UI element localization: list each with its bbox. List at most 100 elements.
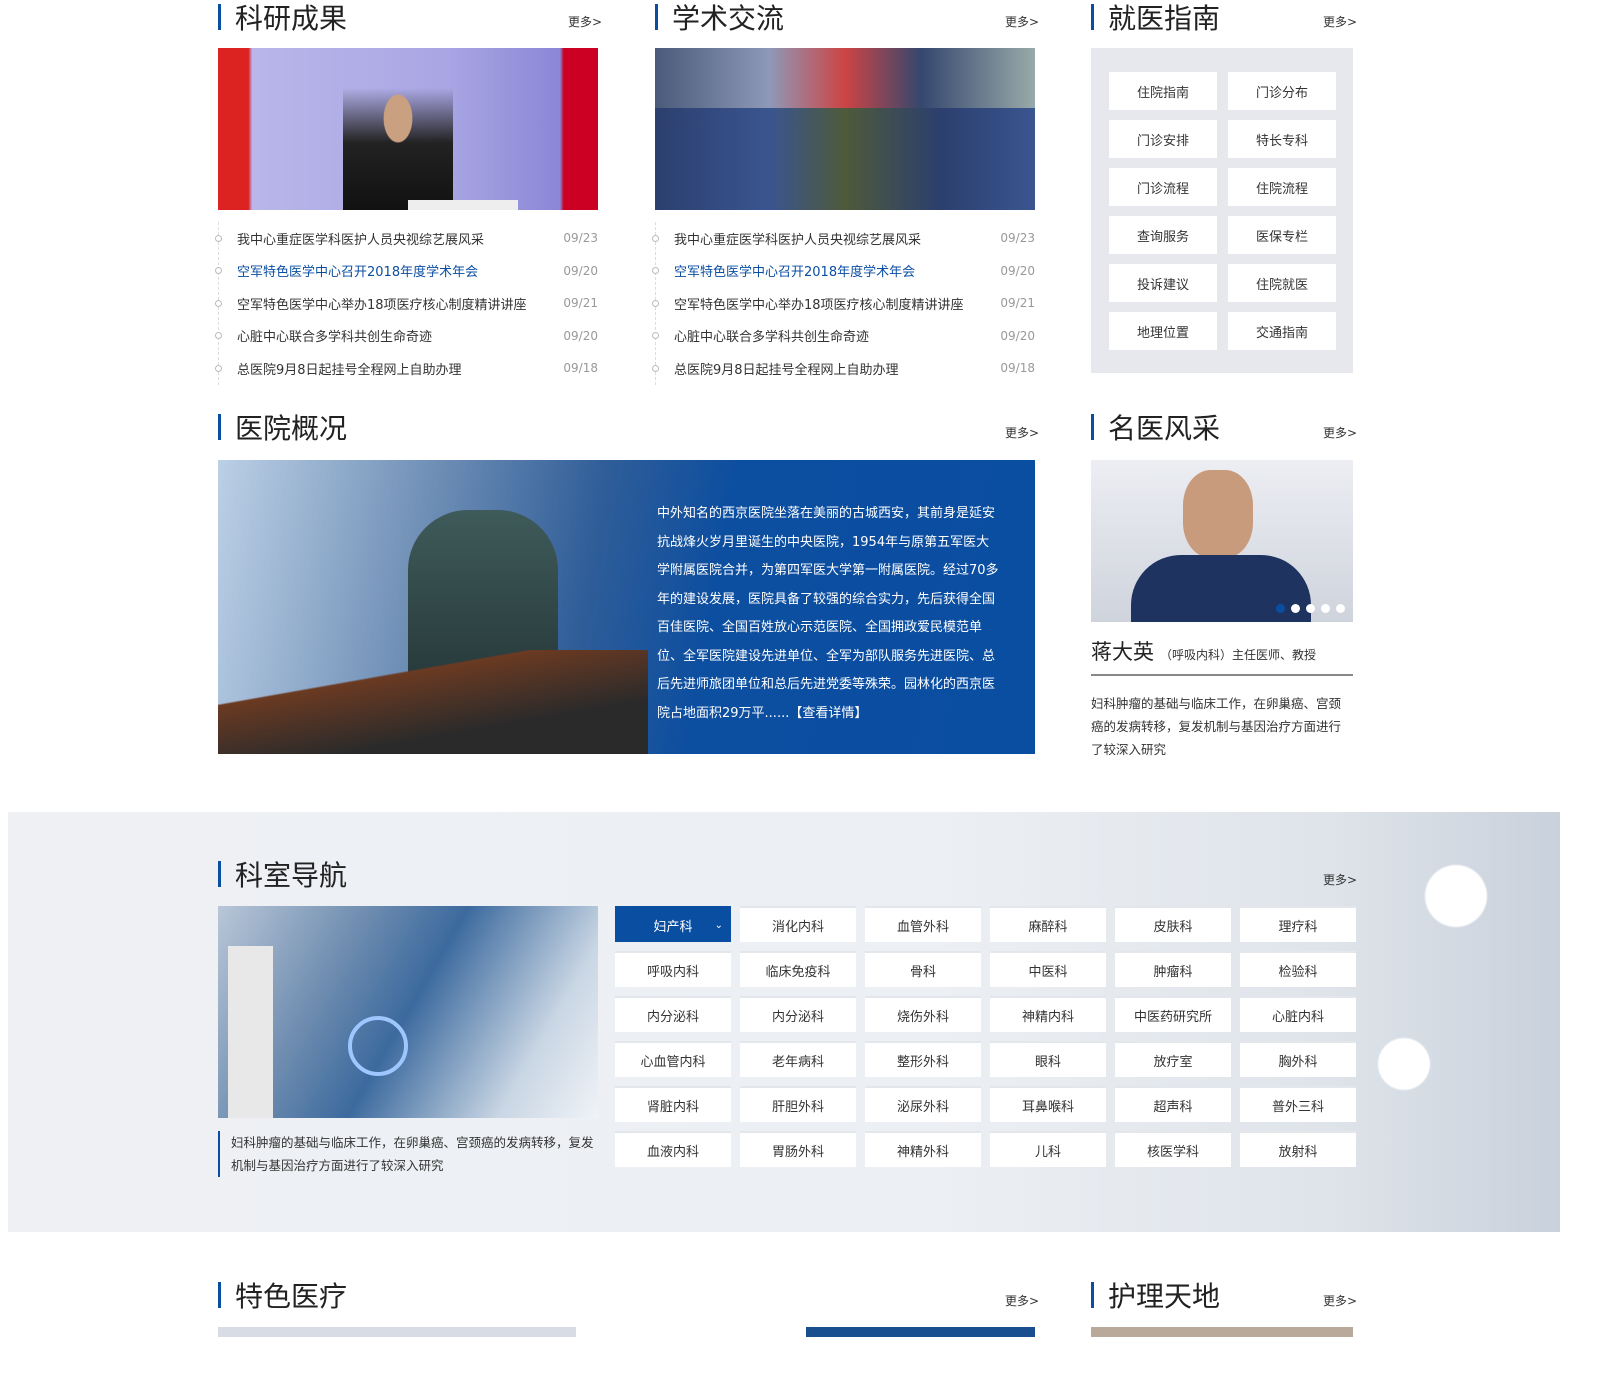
news-title[interactable]: 空军特色医学中心举办18项医疗核心制度精讲讲座 xyxy=(674,294,964,313)
department-button[interactable]: 心脏内科 xyxy=(1240,996,1356,1032)
department-button[interactable]: 老年病科 xyxy=(740,1041,856,1077)
guide-button[interactable]: 门诊流程 xyxy=(1109,168,1217,206)
news-item[interactable]: 空军特色医学中心召开2018年度学术年会 09/20 xyxy=(215,255,598,288)
department-button[interactable]: 理疗科 xyxy=(1240,906,1356,942)
news-title[interactable]: 我中心重症医学科医护人员央视综艺展风采 xyxy=(674,229,921,248)
department-button[interactable]: 肿瘤科 xyxy=(1115,951,1231,987)
department-button[interactable]: 骨科 xyxy=(865,951,981,987)
news-date: 09/20 xyxy=(563,328,598,343)
department-button[interactable]: 皮肤科 xyxy=(1115,906,1231,942)
guide-button[interactable]: 门诊安排 xyxy=(1109,120,1217,158)
department-button[interactable]: 神精外科 xyxy=(865,1131,981,1167)
department-button[interactable]: 耳鼻喉科 xyxy=(990,1086,1106,1122)
news-item[interactable]: 我中心重症医学科医护人员央视综艺展风采 09/23 xyxy=(215,222,598,255)
news-item[interactable]: 空军特色医学中心举办18项医疗核心制度精讲讲座 09/21 xyxy=(215,287,598,320)
department-button[interactable]: 心血管内科 xyxy=(615,1041,731,1077)
department-button[interactable]: 泌尿外科 xyxy=(865,1086,981,1122)
guide-button[interactable]: 交通指南 xyxy=(1228,312,1336,350)
more-link[interactable]: 更多> xyxy=(1323,424,1357,441)
slide-dot[interactable] xyxy=(1321,604,1330,613)
overview-header: 医院概况 xyxy=(218,412,347,445)
department-button[interactable]: 内分泌科 xyxy=(615,996,731,1032)
news-item[interactable]: 总医院9月8日起挂号全程网上自助办理 09/18 xyxy=(215,352,598,385)
department-label: 普外三科 xyxy=(1271,1099,1324,1115)
news-title[interactable]: 心脏中心联合多学科共创生命奇迹 xyxy=(237,326,432,345)
news-title[interactable]: 我中心重症医学科医护人员央视综艺展风采 xyxy=(237,229,484,248)
news-item[interactable]: 心脏中心联合多学科共创生命奇迹 09/20 xyxy=(652,320,1035,353)
news-title[interactable]: 空军特色医学中心召开2018年度学术年会 xyxy=(237,261,478,280)
guide-button[interactable]: 住院指南 xyxy=(1109,72,1217,110)
department-button[interactable]: 临床免疫科 xyxy=(740,951,856,987)
featured-image-1[interactable] xyxy=(218,1327,576,1337)
department-button[interactable]: 妇产科 ⌄ xyxy=(615,906,731,942)
department-button[interactable]: 核医学科 xyxy=(1115,1131,1231,1167)
department-button[interactable]: 眼科 xyxy=(990,1041,1106,1077)
news-title[interactable]: 总医院9月8日起挂号全程网上自助办理 xyxy=(237,359,462,378)
department-button[interactable]: 烧伤外科 xyxy=(865,996,981,1032)
slide-dots xyxy=(1276,604,1345,613)
guide-button[interactable]: 查询服务 xyxy=(1109,216,1217,254)
department-button[interactable]: 儿科 xyxy=(990,1131,1106,1167)
department-photo[interactable] xyxy=(218,906,598,1118)
doctor-photo[interactable] xyxy=(1091,460,1353,622)
slide-dot[interactable] xyxy=(1291,604,1300,613)
department-button[interactable]: 整形外科 xyxy=(865,1041,981,1077)
department-button[interactable]: 消化内科 xyxy=(740,906,856,942)
news-item[interactable]: 总医院9月8日起挂号全程网上自助办理 09/18 xyxy=(652,352,1035,385)
department-button[interactable]: 麻醉科 xyxy=(990,906,1106,942)
department-button[interactable]: 肾脏内科 xyxy=(615,1086,731,1122)
guide-button[interactable]: 投诉建议 xyxy=(1109,264,1217,302)
department-button[interactable]: 内分泌科 xyxy=(740,996,856,1032)
guide-button[interactable]: 住院流程 xyxy=(1228,168,1336,206)
news-item[interactable]: 心脏中心联合多学科共创生命奇迹 09/20 xyxy=(215,320,598,353)
more-link[interactable]: 更多> xyxy=(1005,1292,1039,1309)
news-item[interactable]: 空军特色医学中心召开2018年度学术年会 09/20 xyxy=(652,255,1035,288)
more-link[interactable]: 更多> xyxy=(1323,871,1357,888)
department-button[interactable]: 胃肠外科 xyxy=(740,1131,856,1167)
guide-button[interactable]: 地理位置 xyxy=(1109,312,1217,350)
slide-dot[interactable] xyxy=(1306,604,1315,613)
department-button[interactable]: 放射科 xyxy=(1240,1131,1356,1167)
news-item[interactable]: 空军特色医学中心举办18项医疗核心制度精讲讲座 09/21 xyxy=(652,287,1035,320)
department-label: 放疗室 xyxy=(1153,1054,1193,1070)
research-photo[interactable] xyxy=(218,48,598,210)
section-title: 护理天地 xyxy=(1108,1280,1221,1313)
department-button[interactable]: 血管外科 xyxy=(865,906,981,942)
department-button[interactable]: 放疗室 xyxy=(1115,1041,1231,1077)
slide-dot[interactable] xyxy=(1276,604,1285,613)
department-button[interactable]: 超声科 xyxy=(1115,1086,1231,1122)
guide-button[interactable]: 特长专科 xyxy=(1228,120,1336,158)
guide-button[interactable]: 门诊分布 xyxy=(1228,72,1336,110)
department-grid: 妇产科 ⌄ 消化内科 血管外科 麻醉科 皮肤科 理疗科呼吸内科 临床免疫科 骨科 中医科 肿瘤科 检验… xyxy=(615,906,1356,1167)
slide-dot[interactable] xyxy=(1336,604,1345,613)
more-link[interactable]: 更多> xyxy=(1323,13,1357,30)
department-button[interactable]: 血液内科 xyxy=(615,1131,731,1167)
department-button[interactable]: 检验科 xyxy=(1240,951,1356,987)
news-title[interactable]: 空军特色医学中心召开2018年度学术年会 xyxy=(674,261,915,280)
guide-button[interactable]: 医保专栏 xyxy=(1228,216,1336,254)
news-title[interactable]: 总医院9月8日起挂号全程网上自助办理 xyxy=(674,359,899,378)
department-button[interactable]: 肝胆外科 xyxy=(740,1086,856,1122)
bullet-icon xyxy=(215,299,222,307)
news-title[interactable]: 空军特色医学中心举办18项医疗核心制度精讲讲座 xyxy=(237,294,527,313)
department-button[interactable]: 呼吸内科 xyxy=(615,951,731,987)
department-label: 整形外科 xyxy=(896,1054,949,1070)
more-link[interactable]: 更多> xyxy=(568,13,602,30)
nursing-image[interactable] xyxy=(1091,1327,1353,1337)
department-button[interactable]: 胸外科 xyxy=(1240,1041,1356,1077)
chevron-down-icon[interactable]: ⌄ xyxy=(715,920,723,931)
department-button[interactable]: 中医药研究所 xyxy=(1115,996,1231,1032)
guide-button[interactable]: 住院就医 xyxy=(1228,264,1336,302)
more-link[interactable]: 更多> xyxy=(1005,424,1039,441)
department-button[interactable]: 神精内科 xyxy=(990,996,1106,1032)
featured-image-2[interactable] xyxy=(806,1327,1035,1337)
news-title[interactable]: 心脏中心联合多学科共创生命奇迹 xyxy=(674,326,869,345)
view-details-link[interactable]: 【查看详情】 xyxy=(789,706,867,721)
department-button[interactable]: 中医科 xyxy=(990,951,1106,987)
more-link[interactable]: 更多> xyxy=(1005,13,1039,30)
doctor-name: 蒋大英 xyxy=(1091,640,1154,664)
academic-photo[interactable] xyxy=(655,48,1035,210)
department-button[interactable]: 普外三科 xyxy=(1240,1086,1356,1122)
more-link[interactable]: 更多> xyxy=(1323,1292,1357,1309)
news-item[interactable]: 我中心重症医学科医护人员央视综艺展风采 09/23 xyxy=(652,222,1035,255)
